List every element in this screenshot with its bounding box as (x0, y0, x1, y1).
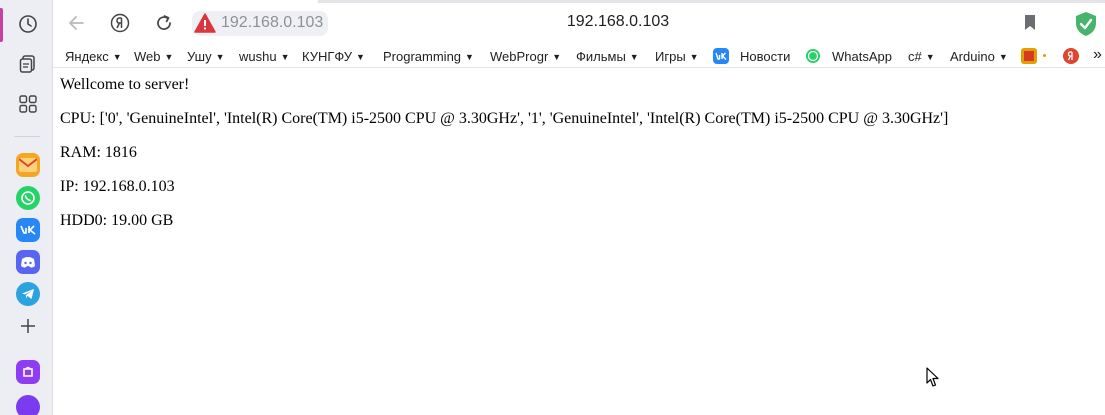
chevron-down-icon: ▼ (689, 52, 699, 62)
bookmark-folder-web[interactable]: Web ▼ (134, 49, 173, 64)
chevron-down-icon: ▼ (355, 52, 365, 62)
add-app-icon[interactable] (16, 314, 40, 338)
bookmark-folder-games[interactable]: Игры ▼ (655, 49, 699, 64)
bookmark-label: Arduino (950, 49, 995, 64)
chevron-down-icon: ▼ (998, 52, 1008, 62)
bookmark-folder-yandex[interactable]: Яндекс ▼ (65, 49, 122, 64)
bookmark-folder-films[interactable]: Фильмы ▼ (576, 49, 639, 64)
bookmark-site-favicon-icon[interactable] (1021, 48, 1037, 64)
bookmark-folder-ushu[interactable]: Ушу ▼ (187, 49, 225, 64)
bookmark-label: Ушу (187, 49, 212, 64)
yandex-logo-icon[interactable] (106, 9, 134, 37)
bookmark-label: КУНГФУ (302, 49, 352, 64)
chevron-down-icon: ▼ (552, 52, 562, 62)
bookmark-label: Фильмы (576, 49, 626, 64)
chevron-down-icon: ▼ (629, 52, 639, 62)
telegram-app-icon[interactable] (16, 282, 40, 306)
bookmark-folder-kungfu[interactable]: КУНГФУ ▼ (302, 49, 365, 64)
whatsapp-app-icon[interactable] (16, 186, 40, 210)
bookmark-folder-wushu[interactable]: wushu ▼ (239, 49, 290, 64)
address-title[interactable]: 192.168.0.103 (538, 13, 698, 31)
yandex-favicon-icon[interactable] (1063, 48, 1079, 64)
bookmarks-overflow-icon[interactable]: » (1093, 46, 1102, 64)
bookmark-ribbon-icon[interactable] (1023, 14, 1037, 32)
bookmark-label: Игры (655, 49, 686, 64)
back-arrow-icon[interactable] (62, 9, 90, 37)
bookmark-news[interactable]: Новости (740, 49, 790, 64)
insecure-warning-icon[interactable] (194, 13, 216, 33)
address-chip-text[interactable]: 192.168.0.103 (221, 14, 323, 32)
chevron-down-icon: ▼ (925, 52, 935, 62)
chevron-down-icon: ▼ (112, 52, 122, 62)
ram-info: RAM: 1816 (60, 144, 137, 161)
bookmarks-bar: Яндекс ▼ Web ▼ Ушу ▼ wushu ▼ КУНГФУ ▼ Program… (53, 45, 1105, 68)
cpu-info: CPU: ['0', 'GenuineIntel', 'Intel(R) Cor… (60, 110, 949, 127)
side-panel-accent (0, 8, 3, 42)
bookmark-label: wushu (239, 49, 277, 64)
bookmark-folder-webprogr[interactable]: WebProgr ▼ (490, 49, 561, 64)
bookmark-folder-arduino[interactable]: Arduino ▼ (950, 49, 1008, 64)
bookmark-label: Яндекс (65, 49, 109, 64)
hdd-info: HDD0: 19.00 GB (60, 212, 174, 229)
side-panel-divider (14, 136, 40, 137)
chevron-down-icon: ▼ (215, 52, 225, 62)
purple-app-icon[interactable] (16, 360, 40, 384)
mail-app-icon[interactable] (16, 153, 40, 177)
bookmark-folder-programming[interactable]: Programming ▼ (383, 49, 474, 64)
bookmark-label: Programming (383, 49, 462, 64)
history-icon[interactable] (14, 10, 42, 38)
whatsapp-icon (806, 49, 820, 63)
browser-top-bar: 192.168.0.103 192.168.0.103 (53, 0, 1105, 45)
bookmark-label: WhatsApp (832, 49, 892, 64)
chevron-down-icon: ▼ (164, 52, 174, 62)
chevron-down-icon: ▼ (465, 52, 474, 62)
ip-info: IP: 192.168.0.103 (60, 178, 175, 195)
browser-side-panel (0, 0, 53, 415)
bookmark-whatsapp[interactable]: WhatsApp (832, 49, 892, 64)
mouse-cursor-icon (926, 367, 940, 388)
welcome-text: Wellcome to server! (60, 76, 190, 93)
bookmark-label: Новости (740, 49, 791, 64)
bookmark-label: WebProgr (490, 49, 549, 64)
bookmark-label: c# (908, 49, 922, 64)
apps-grid-icon[interactable] (14, 90, 42, 118)
bookmark-label: Web (134, 49, 161, 64)
tab-strip-edge (318, 0, 1105, 3)
vk-app-icon[interactable] (16, 218, 40, 242)
vk-icon (713, 48, 729, 64)
collections-icon[interactable] (14, 50, 42, 78)
reload-icon[interactable] (150, 9, 178, 37)
chevron-down-icon: ▼ (280, 52, 290, 62)
bookmark-folder-csharp[interactable]: c# ▼ (908, 49, 935, 64)
alice-app-icon[interactable] (16, 395, 40, 415)
discord-app-icon[interactable] (16, 250, 40, 274)
security-shield-icon[interactable] (1074, 11, 1098, 37)
bookmark-truncation-dot (1043, 54, 1046, 57)
